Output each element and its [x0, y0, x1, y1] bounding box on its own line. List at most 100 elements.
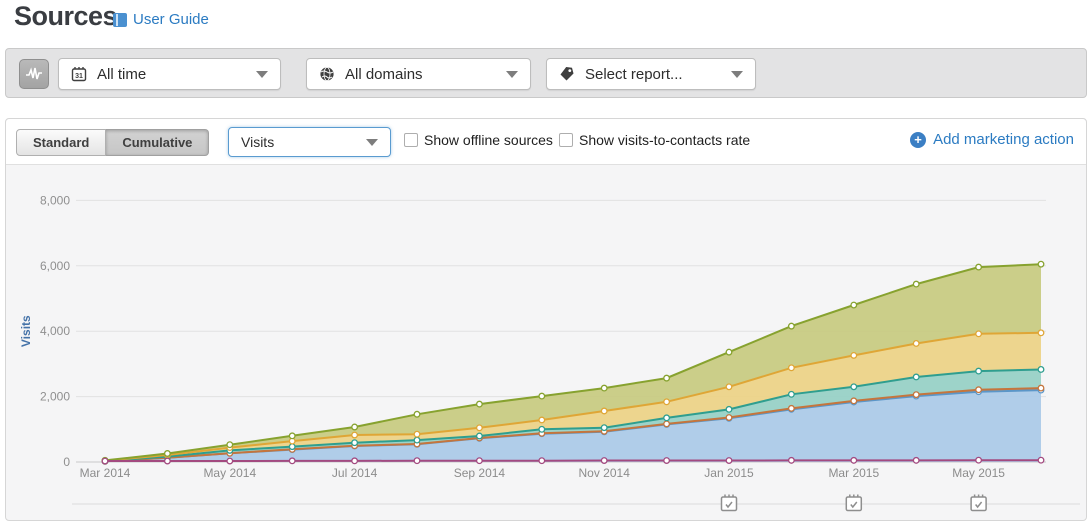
x-tick-label: May 2014 [203, 466, 256, 480]
series-orange-thin-point[interactable] [851, 398, 857, 404]
series-purple-point[interactable] [227, 458, 233, 464]
y-tick-label: 4,000 [40, 324, 70, 338]
series-teal-point[interactable] [1038, 367, 1044, 373]
cumulative-mode-button[interactable]: Cumulative [106, 129, 209, 156]
mode-segmented-control: Standard Cumulative [16, 129, 209, 156]
page-header: Sources User Guide [0, 0, 1092, 44]
series-teal-point[interactable] [601, 425, 607, 431]
series-olive-point[interactable] [913, 281, 919, 287]
series-teal-point[interactable] [539, 427, 545, 433]
series-teal-point[interactable] [477, 433, 483, 439]
series-orange-thin-point[interactable] [789, 406, 795, 412]
series-yellow-point[interactable] [726, 384, 732, 390]
series-teal-point[interactable] [726, 407, 732, 413]
show-visits-to-contacts-label: Show visits-to-contacts rate [579, 132, 750, 148]
series-orange-thin-point[interactable] [664, 421, 670, 427]
series-yellow-point[interactable] [789, 365, 795, 371]
x-tick-label: Jan 2015 [704, 466, 754, 480]
series-teal-point[interactable] [913, 374, 919, 380]
activity-button[interactable] [19, 59, 49, 89]
series-yellow-point[interactable] [913, 341, 919, 347]
series-purple-point[interactable] [726, 458, 732, 464]
svg-text:31: 31 [75, 73, 83, 80]
series-teal-point[interactable] [789, 392, 795, 398]
series-olive-point[interactable] [601, 385, 607, 391]
tag-icon [559, 66, 575, 82]
series-yellow-point[interactable] [664, 399, 670, 405]
filter-bar: 31 All time All domains Select report... [5, 48, 1087, 98]
series-olive-point[interactable] [165, 451, 171, 457]
series-orange-thin-point[interactable] [726, 415, 732, 421]
domain-dropdown[interactable]: All domains [306, 58, 531, 90]
calendar-icon: 31 [71, 66, 87, 82]
series-purple-point[interactable] [102, 458, 108, 464]
report-value: Select report... [585, 66, 721, 83]
chevron-down-icon [731, 71, 743, 78]
series-olive-point[interactable] [664, 375, 670, 381]
chevron-down-icon [256, 71, 268, 78]
series-purple-point[interactable] [1038, 457, 1044, 463]
series-purple-point[interactable] [664, 458, 670, 464]
series-olive-point[interactable] [539, 393, 545, 399]
marketing-action-calendar-icon[interactable] [971, 495, 986, 511]
x-tick-label: Mar 2015 [828, 466, 879, 480]
series-olive-point[interactable] [1038, 261, 1044, 267]
series-olive-point[interactable] [352, 424, 358, 430]
series-teal-point[interactable] [664, 415, 670, 421]
series-yellow-point[interactable] [1038, 330, 1044, 336]
series-yellow-point[interactable] [352, 432, 358, 438]
series-olive-point[interactable] [851, 302, 857, 308]
chart-region: 02,0004,0006,0008,000VisitsMar 2014May 2… [6, 165, 1086, 521]
series-olive-point[interactable] [289, 433, 295, 439]
series-yellow-point[interactable] [539, 417, 545, 423]
series-purple-point[interactable] [976, 457, 982, 463]
series-orange-thin-point[interactable] [976, 387, 982, 393]
series-purple-point[interactable] [789, 458, 795, 464]
series-purple-point[interactable] [601, 458, 607, 464]
series-teal-point[interactable] [851, 384, 857, 390]
y-tick-label: 2,000 [40, 390, 70, 404]
series-yellow-point[interactable] [477, 425, 483, 431]
series-purple-point[interactable] [165, 458, 171, 464]
marketing-action-calendar-icon[interactable] [722, 495, 737, 511]
series-yellow-point[interactable] [601, 408, 607, 414]
add-marketing-action-link[interactable]: + Add marketing action [910, 131, 1074, 148]
series-olive-point[interactable] [227, 442, 233, 448]
series-teal-point[interactable] [289, 444, 295, 450]
show-visits-to-contacts-checkbox[interactable] [559, 133, 573, 147]
show-offline-sources-label: Show offline sources [424, 132, 553, 148]
page-title: Sources [14, 1, 117, 32]
series-teal-point[interactable] [976, 368, 982, 374]
series-yellow-point[interactable] [851, 353, 857, 359]
standard-mode-button[interactable]: Standard [16, 129, 106, 156]
series-yellow-point[interactable] [976, 331, 982, 337]
globe-icon [319, 66, 335, 82]
series-purple-point[interactable] [539, 458, 545, 464]
series-purple-point[interactable] [913, 458, 919, 464]
series-yellow-point[interactable] [414, 431, 420, 437]
x-tick-label: Jul 2014 [332, 466, 378, 480]
series-olive-point[interactable] [726, 349, 732, 355]
series-orange-thin-point[interactable] [913, 392, 919, 398]
series-olive-point[interactable] [976, 264, 982, 270]
series-purple-point[interactable] [352, 458, 358, 464]
show-offline-sources-checkbox[interactable] [404, 133, 418, 147]
report-dropdown[interactable]: Select report... [546, 58, 756, 90]
time-range-value: All time [97, 66, 246, 83]
series-teal-point[interactable] [352, 440, 358, 446]
marketing-action-calendar-icon[interactable] [846, 495, 861, 511]
user-guide-link[interactable]: User Guide [113, 11, 209, 28]
series-olive-point[interactable] [414, 411, 420, 417]
series-purple-point[interactable] [414, 458, 420, 464]
series-purple-point[interactable] [851, 458, 857, 464]
series-orange-thin-point[interactable] [1038, 385, 1044, 391]
metric-dropdown[interactable]: Visits [228, 127, 391, 157]
series-olive-point[interactable] [477, 401, 483, 407]
series-teal-point[interactable] [414, 437, 420, 443]
chart-toolbar: Standard Cumulative Visits Show offline … [6, 119, 1086, 165]
series-olive-point[interactable] [789, 323, 795, 329]
series-purple-point[interactable] [289, 458, 295, 464]
time-range-dropdown[interactable]: 31 All time [58, 58, 281, 90]
series-purple-point[interactable] [477, 458, 483, 464]
user-guide-label: User Guide [133, 11, 209, 28]
